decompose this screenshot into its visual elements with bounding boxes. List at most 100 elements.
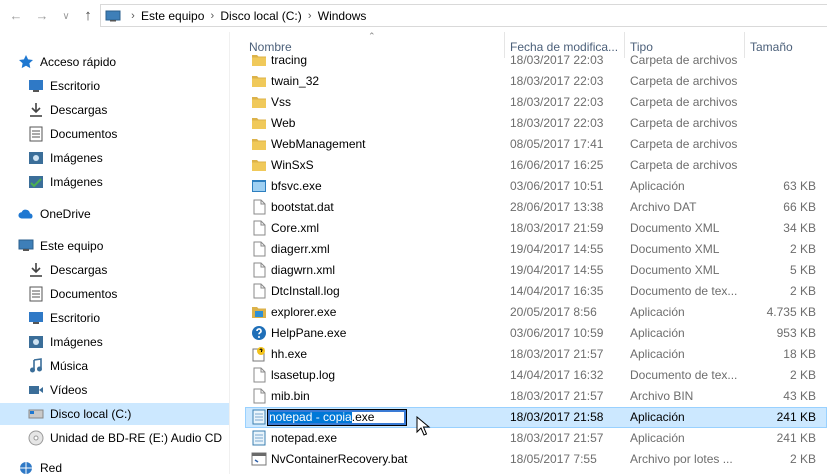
file-name: WinSxS xyxy=(271,158,314,172)
file-row[interactable]: diagerr.xml 19/04/2017 14:55 Documento XML… xyxy=(245,239,827,260)
file-name: WebManagement xyxy=(271,137,366,151)
file-size: 63 KB xyxy=(783,179,816,193)
file-row[interactable]: lsasetup.log 14/04/2017 16:32 Documento de… xyxy=(245,365,827,386)
breadcrumb-separator-icon[interactable]: › xyxy=(125,10,141,22)
breadcrumb-este-equipo[interactable]: Este equipo xyxy=(141,9,204,23)
documents-icon xyxy=(28,126,44,142)
nav-item[interactable]: OneDrive xyxy=(0,203,229,225)
network-icon xyxy=(18,460,34,474)
file-row[interactable]: bfsvc.exe 03/06/2017 10:51 Aplicación 63 KB xyxy=(245,176,827,197)
nav-item-label: Descargas xyxy=(50,263,108,277)
file-name: DtcInstall.log xyxy=(271,284,340,298)
up-button[interactable]: ↑ xyxy=(80,7,96,24)
file-list: ⌃ Nombre Fecha de modifica... Tipo Tamañ… xyxy=(245,31,827,474)
file-date: 18/03/2017 22:03 xyxy=(510,116,604,130)
notepad-icon xyxy=(251,409,267,425)
nav-item[interactable]: Vídeos xyxy=(0,379,229,401)
nav-item[interactable]: Escritorio xyxy=(0,307,229,329)
nav-item[interactable]: Imágenes xyxy=(0,171,229,193)
file-row[interactable]: DtcInstall.log 14/04/2017 16:35 Documento … xyxy=(245,281,827,302)
breadcrumb-disco-local[interactable]: Disco local (C:) xyxy=(220,9,301,23)
nav-item[interactable]: Unidad de BD-RE (E:) Audio CD xyxy=(0,427,229,449)
notepad-icon xyxy=(251,430,267,446)
file-row[interactable]: twain_32 18/03/2017 22:03 Carpeta de archi… xyxy=(245,71,827,92)
rename-input[interactable]: notepad - copia.exe xyxy=(267,409,407,426)
nav-item-label: Unidad de BD-RE (E:) Audio CD xyxy=(50,431,223,445)
file-size: 2 KB xyxy=(789,284,816,298)
breadcrumb-windows[interactable]: Windows xyxy=(318,9,367,23)
nav-item-label: OneDrive xyxy=(40,207,91,221)
pane-divider[interactable] xyxy=(229,32,230,474)
recent-locations-button[interactable]: ∨ xyxy=(58,8,74,24)
file-row[interactable]: diagwrn.xml 19/04/2017 14:55 Documento XML… xyxy=(245,260,827,281)
file-type: Carpeta de archivos xyxy=(630,95,738,109)
nav-item[interactable]: Imágenes xyxy=(0,331,229,353)
file-row[interactable]: notepad - copia.exe 18/03/2017 21:58 Aplic… xyxy=(245,407,827,428)
hh-icon xyxy=(251,346,267,362)
nav-item[interactable]: Disco local (C:) xyxy=(0,403,229,425)
forward-button[interactable]: → xyxy=(34,7,50,23)
file-size: 43 KB xyxy=(783,389,816,403)
file-icon xyxy=(251,262,267,278)
file-row[interactable]: notepad.exe 18/03/2017 21:57 Aplicación 241… xyxy=(245,428,827,449)
file-size xyxy=(750,92,816,113)
nav-item[interactable]: Documentos xyxy=(0,123,229,145)
folder-icon xyxy=(251,115,267,131)
file-name: diagwrn.xml xyxy=(271,263,336,277)
nav-item[interactable]: Descargas xyxy=(0,99,229,121)
file-type: Carpeta de archivos xyxy=(630,53,738,67)
file-date: 18/05/2017 7:55 xyxy=(510,452,597,466)
file-row[interactable]: WinSxS 16/06/2017 16:25 Carpeta de archivo… xyxy=(245,155,827,176)
file-row[interactable]: WebManagement 08/05/2017 17:41 Carpeta de … xyxy=(245,134,827,155)
file-row[interactable]: Core.xml 18/03/2017 21:59 Documento XML 34 … xyxy=(245,218,827,239)
breadcrumb-separator-icon[interactable]: › xyxy=(302,10,318,22)
file-name: twain_32 xyxy=(271,74,320,88)
file-row[interactable]: NvContainerRecovery.bat 18/05/2017 7:55 Ar… xyxy=(245,449,827,470)
file-icon xyxy=(251,283,267,299)
nav-item[interactable]: Escritorio xyxy=(0,75,229,97)
file-size: 241 KB xyxy=(776,410,816,424)
nav-item-label: Descargas xyxy=(50,103,108,117)
file-row[interactable]: Vss 18/03/2017 22:03 Carpeta de archivos xyxy=(245,92,827,113)
file-type: Documento XML xyxy=(630,221,720,235)
file-name: tracing xyxy=(271,53,308,67)
file-name: mib.bin xyxy=(271,389,310,403)
file-icon xyxy=(251,241,267,257)
file-type: Aplicación xyxy=(630,305,685,319)
file-size xyxy=(750,155,816,176)
file-icon xyxy=(251,388,267,404)
download-icon xyxy=(28,262,44,278)
nav-item[interactable]: Red xyxy=(0,457,229,474)
address-bar[interactable]: › Este equipo › Disco local (C:) › Windo… xyxy=(100,4,827,27)
file-row[interactable]: hh.exe 18/03/2017 21:57 Aplicación 18 KB xyxy=(245,344,827,365)
file-row[interactable]: tracing 18/03/2017 22:03 Carpeta de archiv… xyxy=(245,50,827,71)
file-type: Documento de tex... xyxy=(630,284,738,298)
desktop-icon xyxy=(28,78,44,94)
file-row[interactable]: mib.bin 18/03/2017 21:57 Archivo BIN 43 KB xyxy=(245,386,827,407)
nav-item[interactable]: Imágenes xyxy=(0,147,229,169)
cd-icon xyxy=(28,430,44,446)
nav-item[interactable]: Documentos xyxy=(0,283,229,305)
file-icon xyxy=(251,199,267,215)
nav-item[interactable]: Acceso rápido xyxy=(0,51,229,73)
folder-icon xyxy=(251,157,267,173)
file-size: 953 KB xyxy=(776,326,816,340)
breadcrumb-separator-icon[interactable]: › xyxy=(204,10,220,22)
nav-item-label: Imágenes xyxy=(50,151,103,165)
arrow-left-icon: ← xyxy=(9,7,23,23)
nav-item[interactable]: Música xyxy=(0,355,229,377)
file-date: 16/06/2017 16:25 xyxy=(510,158,604,172)
file-type: Aplicación xyxy=(630,179,685,193)
file-row[interactable]: explorer.exe 20/05/2017 8:56 Aplicación 4.7… xyxy=(245,302,827,323)
file-row[interactable]: bootstat.dat 28/06/2017 13:38 Archivo DAT 6… xyxy=(245,197,827,218)
nav-item[interactable]: Este equipo xyxy=(0,235,229,257)
back-button[interactable]: ← xyxy=(8,7,24,23)
file-row[interactable]: Web 18/03/2017 22:03 Carpeta de archivos xyxy=(245,113,827,134)
videos-icon xyxy=(28,382,44,398)
file-row[interactable]: HelpPane.exe 03/06/2017 10:59 Aplicación 95… xyxy=(245,323,827,344)
nav-item-label: Imágenes xyxy=(50,175,103,189)
file-type: Documento de tex... xyxy=(630,368,738,382)
file-date: 18/03/2017 22:03 xyxy=(510,95,604,109)
file-date: 14/04/2017 16:35 xyxy=(510,284,604,298)
nav-item[interactable]: Descargas xyxy=(0,259,229,281)
